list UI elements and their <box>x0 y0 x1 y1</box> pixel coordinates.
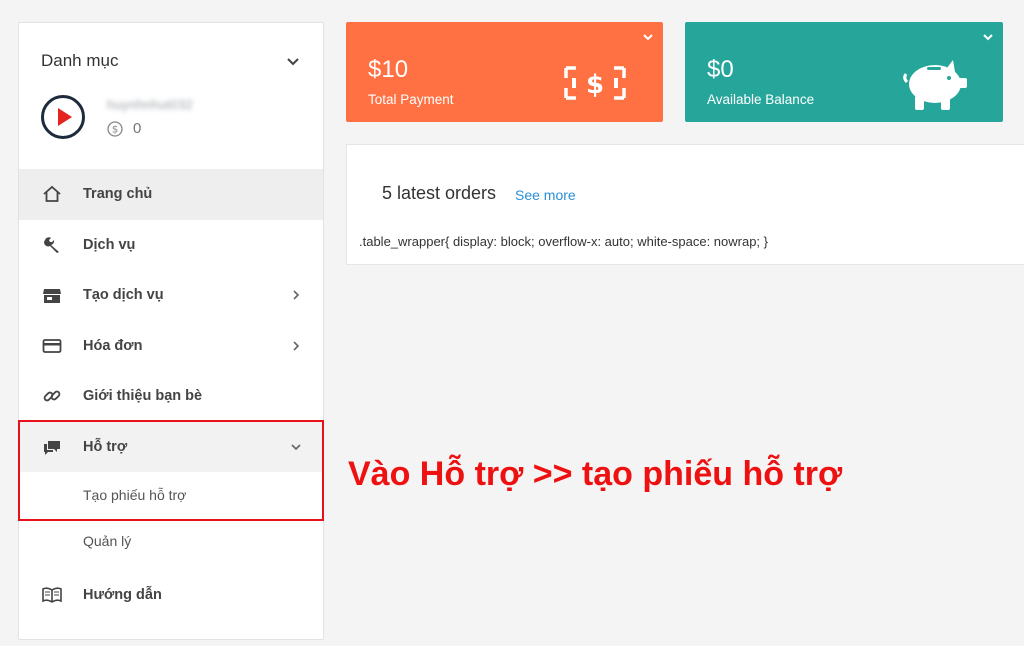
chevron-right-icon <box>293 290 300 300</box>
wrench-icon <box>44 237 59 253</box>
raw-css-text: .table_wrapper{ display: block; overflow… <box>359 234 768 249</box>
chevron-down-icon[interactable] <box>641 30 655 44</box>
book-icon <box>42 587 62 604</box>
total-payment-label: Total Payment <box>368 92 454 107</box>
sidebar-subitem-manage[interactable]: Quản lý <box>19 518 323 564</box>
chevron-down-icon <box>291 444 301 450</box>
sidebar-item-label: Giới thiệu bạn bè <box>83 388 203 405</box>
sidebar-item-services[interactable]: Dịch vụ <box>19 220 323 271</box>
sidebar-item-guide[interactable]: Hướng dẫn <box>19 570 323 621</box>
user-balance: 0 <box>133 120 142 137</box>
link-icon <box>43 390 61 402</box>
sidebar-item-label: Tạo dịch vụ <box>83 287 164 304</box>
latest-orders-panel: 5 latest orders See more .table_wrapper{… <box>346 144 1024 265</box>
sidebar-header-toggle[interactable]: Danh mục <box>41 49 301 73</box>
svg-text:$: $ <box>586 70 604 100</box>
home-icon <box>43 186 61 203</box>
chevron-down-icon[interactable] <box>981 30 995 44</box>
total-payment-amount: $10 <box>368 56 409 83</box>
sidebar: Danh mục huynhnhut032 $ 0 Trang chủ Dịch… <box>18 22 324 640</box>
card-icon <box>42 338 62 353</box>
sidebar-item-label: Hóa đơn <box>83 337 143 354</box>
money-bill-icon: $ <box>564 66 626 100</box>
username: huynhnhut032 <box>107 97 194 112</box>
coin-icon: $ <box>107 120 123 137</box>
forum-icon <box>44 440 60 455</box>
chevron-down-icon <box>287 58 299 66</box>
avatar[interactable] <box>41 95 85 139</box>
sidebar-title: Danh mục <box>41 51 119 70</box>
annotation-text: Vào Hỗ trợ >> tạo phiếu hỗ trợ <box>348 455 843 493</box>
sidebar-item-home[interactable]: Trang chủ <box>19 169 323 220</box>
svg-text:$: $ <box>112 124 118 135</box>
store-icon <box>43 289 61 304</box>
total-payment-card: $10 Total Payment $ <box>346 22 663 122</box>
available-balance-card: $0 Available Balance <box>685 22 1003 122</box>
sidebar-item-label: Trang chủ <box>83 186 153 203</box>
sidebar-item-label: Hướng dẫn <box>83 587 162 604</box>
avatar-play-icon <box>49 103 77 131</box>
see-more-link[interactable]: See more <box>515 187 576 203</box>
latest-orders-title: 5 latest orders <box>382 183 497 203</box>
sidebar-item-invoices[interactable]: Hóa đơn <box>19 321 323 372</box>
user-profile: huynhnhut032 $ 0 <box>41 95 193 139</box>
sidebar-item-referral[interactable]: Giới thiệu bạn bè <box>19 371 323 422</box>
piggy-bank-icon <box>903 60 967 110</box>
sidebar-item-create-service[interactable]: Tạo dịch vụ <box>19 270 323 321</box>
sidebar-subitem-create-ticket[interactable]: Tạo phiếu hỗ trợ <box>19 472 323 518</box>
available-balance-label: Available Balance <box>707 92 815 107</box>
available-balance-amount: $0 <box>707 56 734 83</box>
sidebar-menu: Trang chủ Dịch vụ Tạo dịch vụ Hóa đơn Gi… <box>19 169 323 621</box>
sidebar-item-label: Dịch vụ <box>83 236 136 253</box>
chevron-right-icon <box>293 341 300 351</box>
sidebar-item-label: Hỗ trợ <box>83 438 128 455</box>
sidebar-item-support[interactable]: Hỗ trợ <box>19 421 323 472</box>
